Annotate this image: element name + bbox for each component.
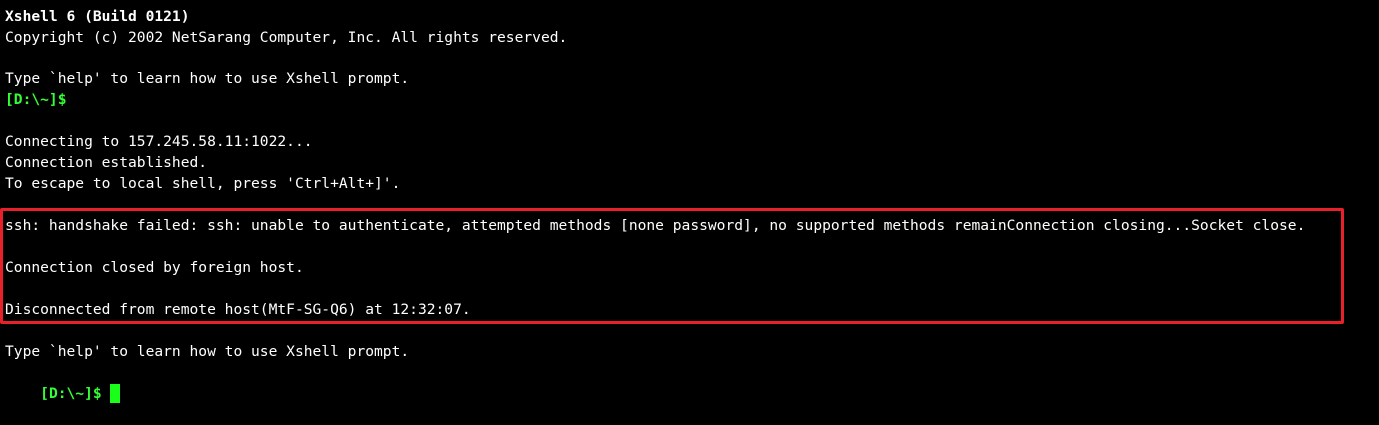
ssh-error-line: ssh: handshake failed: ssh: unable to au… xyxy=(5,217,1306,234)
connection-closed-line: Connection closed by foreign host. xyxy=(5,259,304,276)
shell-prompt-active: [D:\~]$ xyxy=(40,385,102,402)
active-prompt-line[interactable]: [D:\~]$ xyxy=(5,362,120,403)
text-cursor[interactable] xyxy=(109,383,120,403)
help-hint-line: Type `help' to learn how to use Xshell p… xyxy=(5,70,410,87)
escape-hint-line: To escape to local shell, press 'Ctrl+Al… xyxy=(5,175,401,192)
disconnected-line: Disconnected from remote host(MtF-SG-Q6)… xyxy=(5,301,471,318)
banner-title: Xshell 6 (Build 0121) xyxy=(5,8,190,25)
terminal-window[interactable]: Xshell 6 (Build 0121) Copyright (c) 2002… xyxy=(0,0,1379,410)
established-line: Connection established. xyxy=(5,154,208,171)
connecting-line: Connecting to 157.245.58.11:1022... xyxy=(5,133,313,150)
shell-prompt: [D:\~]$ xyxy=(5,91,67,108)
banner-copyright: Copyright (c) 2002 NetSarang Computer, I… xyxy=(5,29,568,46)
help-hint-line-2: Type `help' to learn how to use Xshell p… xyxy=(5,343,410,360)
